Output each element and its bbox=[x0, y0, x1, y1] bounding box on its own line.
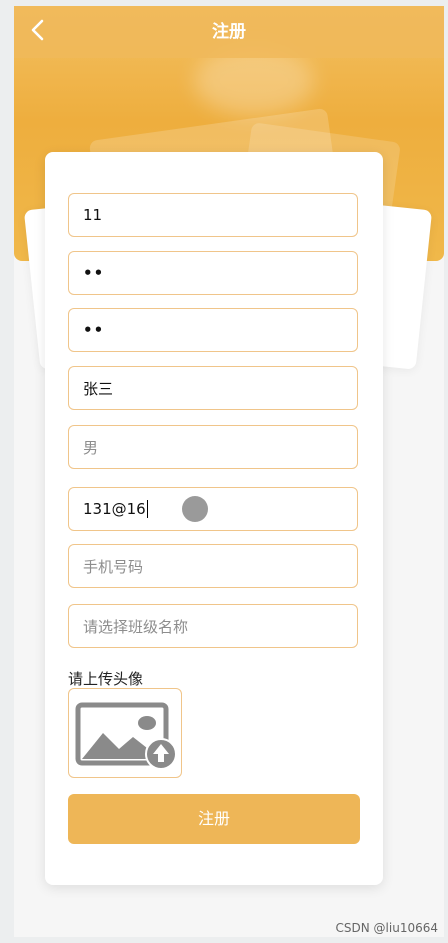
account-field[interactable]: 11 bbox=[68, 193, 358, 237]
class-select[interactable]: 请选择班级名称 bbox=[68, 604, 358, 648]
class-placeholder: 请选择班级名称 bbox=[83, 617, 189, 636]
email-value: 131@16 bbox=[83, 500, 146, 518]
page-title: 注册 bbox=[212, 22, 246, 42]
name-field[interactable]: 张三 bbox=[68, 366, 358, 410]
email-field[interactable]: 131@16 bbox=[68, 487, 358, 531]
password-field[interactable]: •• bbox=[68, 251, 358, 295]
watermark: CSDN @liu10664 bbox=[335, 921, 438, 935]
phone-field[interactable]: 手机号码 bbox=[68, 544, 358, 588]
text-cursor bbox=[146, 500, 148, 518]
avatar-label: 请上传头像 bbox=[68, 670, 144, 688]
confirm-password-value: •• bbox=[83, 321, 105, 339]
gender-placeholder: 男 bbox=[83, 438, 99, 457]
touch-indicator bbox=[182, 496, 208, 522]
avatar-upload[interactable] bbox=[68, 688, 182, 778]
name-value: 张三 bbox=[83, 379, 114, 398]
gender-field[interactable]: 男 bbox=[68, 425, 358, 469]
top-bar: 注册 bbox=[14, 6, 444, 58]
register-button[interactable]: 注册 bbox=[68, 794, 360, 844]
account-value: 11 bbox=[83, 206, 103, 224]
confirm-password-field[interactable]: •• bbox=[68, 308, 358, 352]
password-value: •• bbox=[83, 264, 105, 282]
phone-placeholder: 手机号码 bbox=[83, 557, 144, 576]
